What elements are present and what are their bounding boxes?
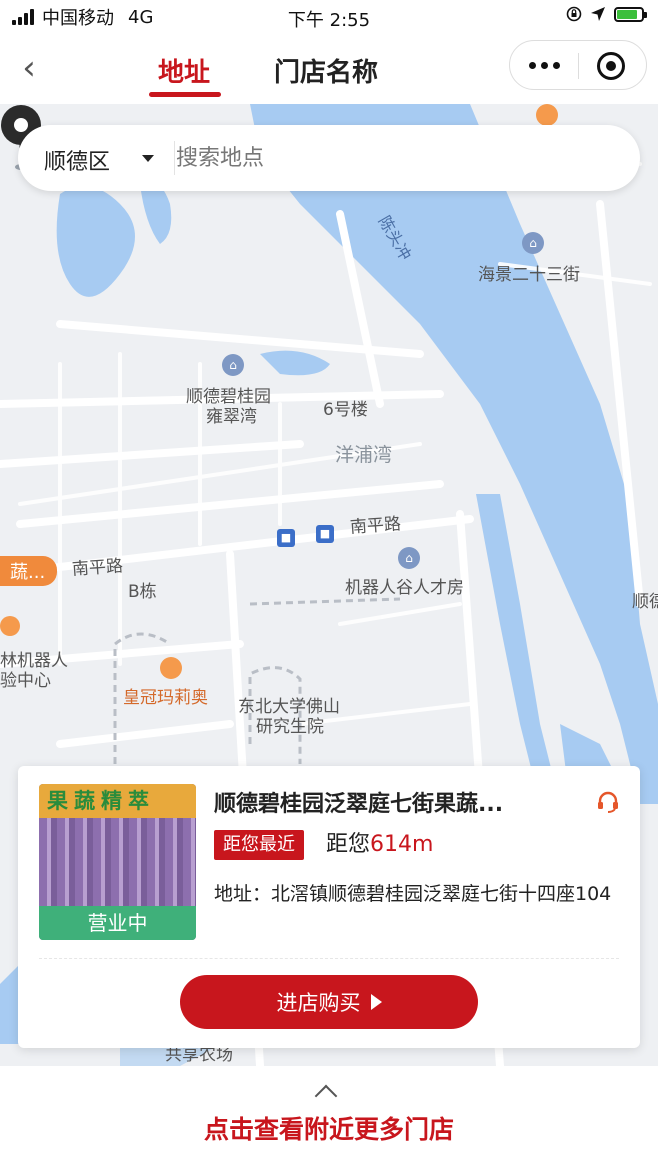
bus-stop-icon: ■ <box>277 529 295 547</box>
map-label: 林机器人 <box>0 651 68 671</box>
district-selector[interactable]: 顺德区 <box>44 144 110 176</box>
nearest-badge: 距您最近 <box>214 830 304 860</box>
distance-value: 614m <box>370 832 434 857</box>
map-label: 验中心 <box>0 671 51 691</box>
map-label: 南平路 <box>71 556 124 580</box>
store-card[interactable]: 果蔬精萃 营业中 顺德碧桂园泛翠庭七街果蔬... 距您最近 距您614m 地址：… <box>18 766 640 1048</box>
tab-address[interactable]: 地址 <box>158 52 210 89</box>
residential-pin-icon: ⌂ <box>398 547 420 569</box>
close-icon[interactable] <box>597 52 625 80</box>
enter-store-button[interactable]: 进店购买 <box>180 975 478 1029</box>
location-arrow-icon <box>591 7 605 21</box>
store-map-badge[interactable]: 蔬... <box>0 556 58 586</box>
residential-pin-icon: ⌂ <box>522 232 544 254</box>
residential-pin-icon: ⌂ <box>222 354 244 376</box>
store-name[interactable]: 顺德碧桂园泛翠庭七街果蔬... <box>214 786 559 818</box>
map-label: 研究生院 <box>256 717 324 737</box>
open-status-badge: 营业中 <box>39 906 196 940</box>
bottom-panel[interactable]: 点击查看附近更多门店 <box>0 1066 658 1170</box>
battery-icon <box>614 6 647 22</box>
distance-prefix: 距您 <box>326 832 371 857</box>
network-type: 4G <box>128 6 154 28</box>
store-photo[interactable]: 果蔬精萃 营业中 <box>39 784 196 940</box>
bus-stop-icon: ■ <box>316 525 334 543</box>
map-label: 东北大学佛山 <box>238 697 340 717</box>
back-icon[interactable]: ‹ <box>14 50 44 86</box>
search-input[interactable] <box>176 135 616 181</box>
map-label: 6号楼 <box>323 400 368 420</box>
map-label: 洋浦湾 <box>335 444 393 466</box>
distance-text: 距您614m <box>326 830 433 860</box>
play-arrow-icon <box>370 994 382 1010</box>
map-label: 雍翠湾 <box>206 407 257 427</box>
map-label: 海景二十三街 <box>478 265 580 285</box>
caret-down-icon[interactable] <box>142 155 154 162</box>
status-bar: 中国移动 4G 下午 2:55 <box>0 0 658 34</box>
chevron-up-icon[interactable] <box>314 1084 338 1108</box>
map-label: 顺德 <box>632 592 658 612</box>
enter-store-label: 进店购买 <box>276 991 361 1015</box>
poi-orange-icon <box>0 616 20 636</box>
poi-orange-icon <box>536 104 558 126</box>
rotation-lock-icon <box>566 6 582 22</box>
more-icon[interactable] <box>510 41 578 89</box>
map-label: 顺德碧桂园 <box>186 387 271 407</box>
store-address: 地址：北滘镇顺德碧桂园泛翠庭七街十四座104 <box>214 883 612 905</box>
customer-service-icon[interactable] <box>596 790 620 814</box>
tab-store-name[interactable]: 门店名称 <box>274 52 378 89</box>
store-sign-text: 果蔬精萃 <box>39 784 196 818</box>
restaurant-icon <box>160 657 182 679</box>
miniprogram-capsule <box>509 40 647 90</box>
nav-bar: ‹ 地址 门店名称 <box>0 34 658 104</box>
search-bar: 顺德区 <box>18 125 640 191</box>
carrier-name: 中国移动 <box>42 8 114 29</box>
more-stores-link[interactable]: 点击查看附近更多门店 <box>0 1110 658 1146</box>
map-label: 南平路 <box>349 514 402 538</box>
map-label: B栋 <box>128 582 157 602</box>
map-label: 皇冠玛莉奥 <box>123 688 208 708</box>
status-icons <box>566 6 647 22</box>
signal-icon <box>12 9 34 25</box>
map-label: 机器人谷人才房 <box>345 578 464 598</box>
tab-active-indicator <box>149 92 221 97</box>
